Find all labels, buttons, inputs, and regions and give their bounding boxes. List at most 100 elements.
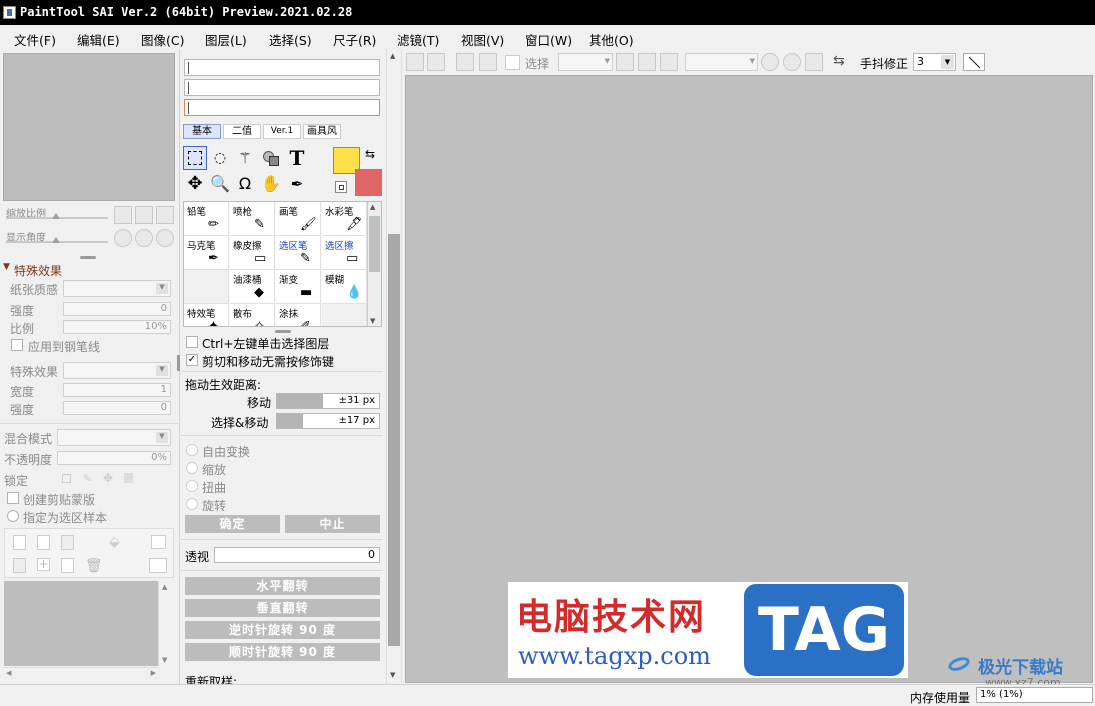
text-icon[interactable]: T	[285, 146, 309, 170]
panel-splitter-handle[interactable]	[177, 355, 180, 371]
deselect-button[interactable]	[456, 53, 474, 71]
zoom-out-button[interactable]	[114, 206, 132, 224]
scroll-down-icon[interactable]: ▼	[370, 317, 375, 325]
rotate-reset-button[interactable]	[156, 229, 174, 247]
distort-radio[interactable]	[186, 480, 198, 492]
opacity-field[interactable]: 0%	[57, 451, 171, 465]
menu-filter[interactable]: 滤镜(T)	[397, 30, 439, 49]
layer-list-scrollbar[interactable]: ▲ ▼	[158, 581, 174, 666]
mask-icon[interactable]	[151, 535, 166, 549]
hand-icon[interactable]: ✋	[259, 172, 283, 196]
flip-horizontal-button[interactable]: 水平翻转	[185, 577, 380, 595]
select-checkbox[interactable]	[505, 55, 520, 70]
scroll-down-icon[interactable]: ▼	[390, 671, 395, 679]
clip-mask-checkbox[interactable]	[7, 492, 19, 504]
brush-size-bar-3[interactable]	[184, 99, 380, 116]
rotate-right-button[interactable]	[135, 229, 153, 247]
brush-slot[interactable]: 油漆桶 ◆	[230, 270, 275, 304]
new-pen-layer-icon[interactable]	[37, 535, 50, 550]
merge-down-icon[interactable]	[13, 558, 26, 573]
brush-slot[interactable]: 画笔 🖌	[276, 202, 321, 236]
move-distance-slider[interactable]: ±31 px	[276, 393, 380, 409]
scroll-up-icon[interactable]: ▲	[370, 203, 375, 211]
copy-layer-icon[interactable]	[149, 558, 167, 573]
menu-edit[interactable]: 编辑(E)	[77, 30, 120, 49]
new-folder-icon[interactable]	[61, 535, 74, 550]
zoom-reset-button[interactable]	[156, 206, 174, 224]
clear-layer-icon[interactable]	[61, 558, 74, 573]
rotate-cw-button[interactable]: 顺时针旋转 90 度	[185, 643, 380, 661]
expand-arrow-icon[interactable]: ▼	[3, 262, 10, 272]
scroll-up-icon[interactable]: ▲	[162, 583, 167, 591]
menu-window[interactable]: 窗口(W)	[525, 30, 572, 49]
secondary-color-swatch[interactable]	[355, 169, 382, 196]
brush-slot[interactable]: 散布 ✧	[230, 304, 275, 326]
tab-binary[interactable]: 二值	[223, 124, 261, 139]
rotate-right-toolbar-button[interactable]	[783, 53, 801, 71]
cancel-button[interactable]: 中止	[285, 515, 380, 533]
stabilizer-select[interactable]: 3 ▼	[913, 53, 956, 71]
brush-slot[interactable]: 喷枪 ✎	[230, 202, 275, 236]
ctrl-click-checkbox[interactable]	[186, 336, 198, 348]
tab-paint-style[interactable]: 画具风	[303, 124, 341, 139]
reset-colors-icon[interactable]	[335, 181, 347, 193]
blend-mode-select[interactable]: ▼	[57, 429, 171, 446]
select-dropdown[interactable]: ▼	[558, 53, 613, 71]
zoom-in-button[interactable]	[135, 206, 153, 224]
move-icon[interactable]: ✥	[183, 172, 207, 196]
invert-selection-button[interactable]	[479, 53, 497, 71]
lock-transparency-icon[interactable]	[62, 474, 71, 483]
brush-slot[interactable]: 铅笔 ✏	[184, 202, 229, 236]
trash-icon[interactable]: 🗑	[85, 558, 103, 574]
line-tool-button[interactable]	[963, 53, 985, 71]
zoom-slider-thumb[interactable]	[52, 213, 60, 219]
ratio-field[interactable]: 10%	[63, 320, 171, 334]
brush-slot[interactable]: 涂抹 ✐	[276, 304, 321, 326]
rotate-left-toolbar-button[interactable]	[761, 53, 779, 71]
rotate-view-icon[interactable]: Ω	[233, 172, 257, 196]
rotate-radio[interactable]	[186, 498, 198, 510]
flip-view-icon[interactable]: ⇆	[833, 53, 845, 69]
rect-select-icon[interactable]	[183, 146, 207, 170]
flip-vertical-button[interactable]: 垂直翻转	[185, 599, 380, 617]
brush-slot[interactable]	[184, 270, 229, 304]
rotate-left-button[interactable]	[114, 229, 132, 247]
zoom-reset-toolbar-button[interactable]	[660, 53, 678, 71]
splitter-handle[interactable]	[275, 330, 291, 333]
strength2-field[interactable]: 0	[63, 401, 171, 415]
width-field[interactable]: 1	[63, 383, 171, 397]
scroll-right-icon[interactable]: ▶	[151, 669, 156, 677]
layer-list-hscrollbar[interactable]: ◀ ▶	[4, 667, 158, 681]
brush-slot[interactable]: 水彩笔 🖋	[322, 202, 367, 236]
magic-wand-icon[interactable]: ⚚	[233, 146, 257, 170]
menu-select[interactable]: 选择(S)	[269, 30, 312, 49]
menu-file[interactable]: 文件(F)	[14, 30, 56, 49]
zoom-icon[interactable]: 🔍	[208, 172, 232, 196]
new-layer-icon[interactable]	[13, 535, 26, 550]
lasso-icon[interactable]: ◌	[208, 146, 232, 170]
lock-paint-icon[interactable]: ✎	[83, 472, 95, 485]
brush-slot[interactable]: 马克笔 ✒	[184, 236, 229, 270]
rotate-reset-toolbar-button[interactable]	[805, 53, 823, 71]
brush-slot[interactable]: 橡皮擦 ▭	[230, 236, 275, 270]
menu-image[interactable]: 图像(C)	[141, 30, 184, 49]
zoom-out-toolbar-button[interactable]	[616, 53, 634, 71]
zoom-in-toolbar-button[interactable]	[638, 53, 656, 71]
tab-basic[interactable]: 基本	[183, 124, 221, 139]
brush-grid-scrollbar[interactable]: ▲ ▼	[367, 202, 381, 326]
select-move-distance-slider[interactable]: ±17 px	[276, 413, 380, 429]
brush-slot[interactable]: 模糊 💧	[322, 270, 367, 304]
undo-button[interactable]	[406, 53, 424, 71]
lock-move-icon[interactable]: ✥	[103, 471, 115, 485]
rotate-ccw-button[interactable]: 逆时针旋转 90 度	[185, 621, 380, 639]
brush-size-bar-1[interactable]	[184, 59, 380, 76]
cut-move-checkbox[interactable]: ✓	[186, 354, 198, 366]
brush-size-bar-2[interactable]	[184, 79, 380, 96]
menu-view[interactable]: 视图(V)	[461, 30, 504, 49]
layer-list[interactable]	[4, 581, 158, 666]
tool-panel-scrollbar[interactable]: ▲ ▼	[386, 49, 402, 684]
menu-layer[interactable]: 图层(L)	[205, 30, 247, 49]
lock-all-icon[interactable]	[124, 473, 133, 483]
scroll-left-icon[interactable]: ◀	[6, 669, 11, 677]
paper-texture-select[interactable]: ▼	[63, 280, 171, 297]
